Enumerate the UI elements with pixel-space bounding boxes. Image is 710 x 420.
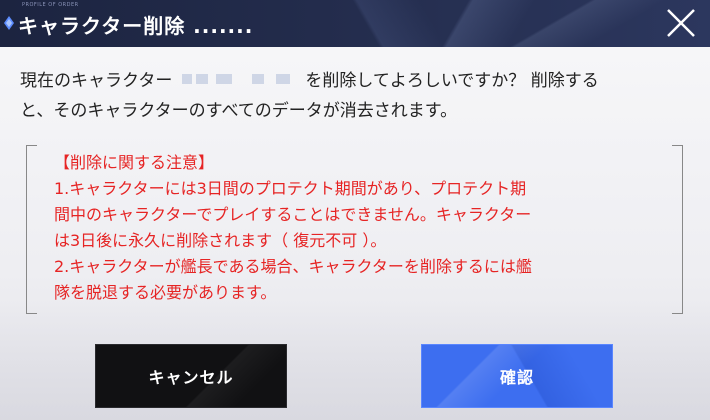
delete-confirmation-message: 現在のキャラクター を削除してよろしいですか？ 削除する と、そのキャラクターのす… [20,66,700,126]
notice-bracket-right [672,145,683,314]
confirm-button[interactable]: 確認 [421,344,613,408]
notice-line: は3日後に永久に削除されます（ 復元不可 ）。 [54,231,387,250]
notice-line: 間中のキャラクターでプレイすることはできません。キャラクター [54,205,532,224]
message-after: を削除してよろしいですか？ 削除する [305,71,599,91]
dialog-title: キャラクター削除 ....... [18,14,254,38]
message-before: 現在のキャラクター [20,71,173,91]
notice-line: 2.キャラクターが艦長である場合、キャラクターを削除するには艦 [54,257,532,276]
notice-heading: 【削除に関する注意】 [54,153,215,172]
cancel-button[interactable]: キャンセル [95,344,287,408]
notice-line: 隊を脱退する必要があります。 [54,283,277,302]
close-icon[interactable] [664,6,698,40]
diamond-icon [4,16,14,30]
header-decoration [290,0,710,47]
dialog-header: PROFILE OF ORDER キャラクター削除 ....... [0,0,710,47]
notice-bracket-left [26,145,37,314]
deletion-notice: 【削除に関する注意】 1.キャラクターには3日間のプロテクト期間があり、プロテク… [54,150,664,306]
character-name-blurred [176,70,301,88]
notice-line: 1.キャラクターには3日間のプロテクト期間があり、プロテクト期 [54,179,527,198]
message-line-2: と、そのキャラクターのすべてのデータが消去されます。 [20,101,458,121]
header-small-text: PROFILE OF ORDER [22,2,79,8]
